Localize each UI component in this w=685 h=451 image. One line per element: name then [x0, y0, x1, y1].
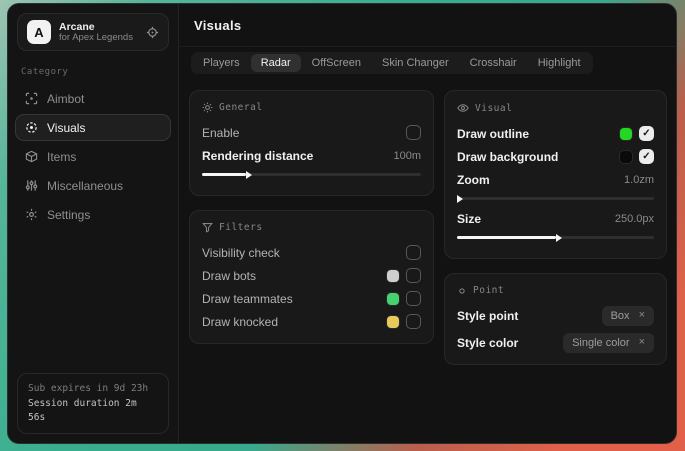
app-name: Arcane: [59, 21, 138, 33]
dot-icon: [457, 286, 467, 296]
sun-icon: [202, 102, 213, 113]
session-duration-text: Session duration 2m 56s: [28, 397, 158, 426]
content-area: General Enable Rendering distance 100m: [179, 74, 676, 365]
session-status-card: Sub expires in 9d 23h Session duration 2…: [17, 373, 169, 434]
draw-teammates-label: Draw teammates: [202, 292, 293, 306]
tab-players[interactable]: Players: [193, 54, 250, 72]
sidebar-item-items[interactable]: Items: [15, 143, 171, 170]
package-icon: [25, 150, 38, 163]
draw-background-checkbox[interactable]: ✓: [639, 149, 654, 164]
sliders-icon: [25, 179, 38, 192]
draw-knocked-color-swatch[interactable]: [387, 316, 399, 328]
sub-expires-text: Sub expires in 9d 23h: [28, 382, 158, 396]
sidebar-item-aimbot[interactable]: Aimbot: [15, 85, 171, 112]
zoom-label: Zoom: [457, 173, 490, 187]
zoom-slider[interactable]: [457, 194, 654, 203]
section-title: Visual: [475, 103, 512, 114]
clear-icon[interactable]: ×: [639, 310, 645, 321]
draw-outline-color-swatch[interactable]: [620, 128, 632, 140]
page-title: Visuals: [194, 18, 241, 33]
app-subtitle: for Apex Legends: [59, 33, 138, 44]
tab-highlight[interactable]: Highlight: [528, 54, 591, 72]
eye-icon: [457, 102, 469, 114]
size-value: 250.0px: [615, 213, 654, 225]
sidebar-item-label: Aimbot: [47, 92, 84, 106]
style-point-value: Box: [611, 310, 630, 322]
tab-skin-changer[interactable]: Skin Changer: [372, 54, 459, 72]
sidebar-item-label: Settings: [47, 208, 90, 222]
size-slider[interactable]: [457, 233, 654, 242]
section-title: Point: [473, 285, 504, 296]
draw-teammates-checkbox[interactable]: [406, 291, 421, 306]
draw-bots-label: Draw bots: [202, 269, 256, 283]
sidebar-item-visuals[interactable]: Visuals: [15, 114, 171, 141]
style-point-label: Style point: [457, 309, 518, 323]
visuals-tabbar: Players Radar OffScreen Skin Changer Cro…: [191, 52, 593, 74]
funnel-icon: [202, 222, 213, 233]
target-settings-icon[interactable]: [146, 26, 159, 39]
style-color-value: Single color: [572, 337, 629, 349]
style-point-select[interactable]: Box ×: [602, 306, 654, 326]
size-label: Size: [457, 212, 481, 226]
section-title: Filters: [219, 222, 263, 233]
app-logo: A: [27, 20, 51, 44]
rendering-distance-value: 100m: [393, 150, 421, 162]
draw-bots-color-swatch[interactable]: [387, 270, 399, 282]
visibility-check-checkbox[interactable]: [406, 245, 421, 260]
draw-knocked-checkbox[interactable]: [406, 314, 421, 329]
sidebar-item-settings[interactable]: Settings: [15, 201, 171, 228]
sidebar-nav: Aimbot Visuals Items: [8, 85, 178, 228]
crosshair-icon: [25, 92, 38, 105]
draw-bots-checkbox[interactable]: [406, 268, 421, 283]
visual-card: Visual Draw outline ✓ Draw background: [444, 90, 667, 259]
eye-scan-icon: [25, 121, 38, 134]
sidebar-item-label: Items: [47, 150, 76, 164]
zoom-value: 1.0zm: [624, 174, 654, 186]
tab-radar[interactable]: Radar: [251, 54, 301, 72]
main-panel: Visuals Players Radar OffScreen Skin Cha…: [179, 4, 676, 443]
draw-outline-checkbox[interactable]: ✓: [639, 126, 654, 141]
category-label: Category: [21, 67, 178, 77]
sidebar: A Arcane for Apex Legends Category: [8, 4, 179, 443]
enable-label: Enable: [202, 126, 239, 140]
rendering-distance-slider[interactable]: [202, 170, 421, 179]
draw-outline-label: Draw outline: [457, 127, 529, 141]
point-card: Point Style point Box × Style color Sing…: [444, 273, 667, 365]
tab-offscreen[interactable]: OffScreen: [302, 54, 371, 72]
gear-icon: [25, 208, 38, 221]
draw-background-label: Draw background: [457, 150, 558, 164]
visibility-check-label: Visibility check: [202, 246, 280, 260]
app-window: A Arcane for Apex Legends Category: [7, 3, 677, 444]
rendering-distance-label: Rendering distance: [202, 149, 313, 163]
sidebar-item-label: Visuals: [47, 121, 85, 135]
draw-knocked-label: Draw knocked: [202, 315, 278, 329]
enable-checkbox[interactable]: [406, 125, 421, 140]
tab-crosshair[interactable]: Crosshair: [460, 54, 527, 72]
filters-card: Filters Visibility check Draw bots: [189, 210, 434, 344]
section-title: General: [219, 102, 263, 113]
style-color-select[interactable]: Single color ×: [563, 333, 654, 353]
sidebar-item-label: Miscellaneous: [47, 179, 123, 193]
clear-icon[interactable]: ×: [639, 337, 645, 348]
draw-background-color-swatch[interactable]: [620, 151, 632, 163]
main-header: Visuals: [179, 4, 676, 47]
style-color-label: Style color: [457, 336, 518, 350]
app-header-card: A Arcane for Apex Legends: [17, 13, 169, 51]
general-card: General Enable Rendering distance 100m: [189, 90, 434, 196]
draw-teammates-color-swatch[interactable]: [387, 293, 399, 305]
sidebar-item-miscellaneous[interactable]: Miscellaneous: [15, 172, 171, 199]
